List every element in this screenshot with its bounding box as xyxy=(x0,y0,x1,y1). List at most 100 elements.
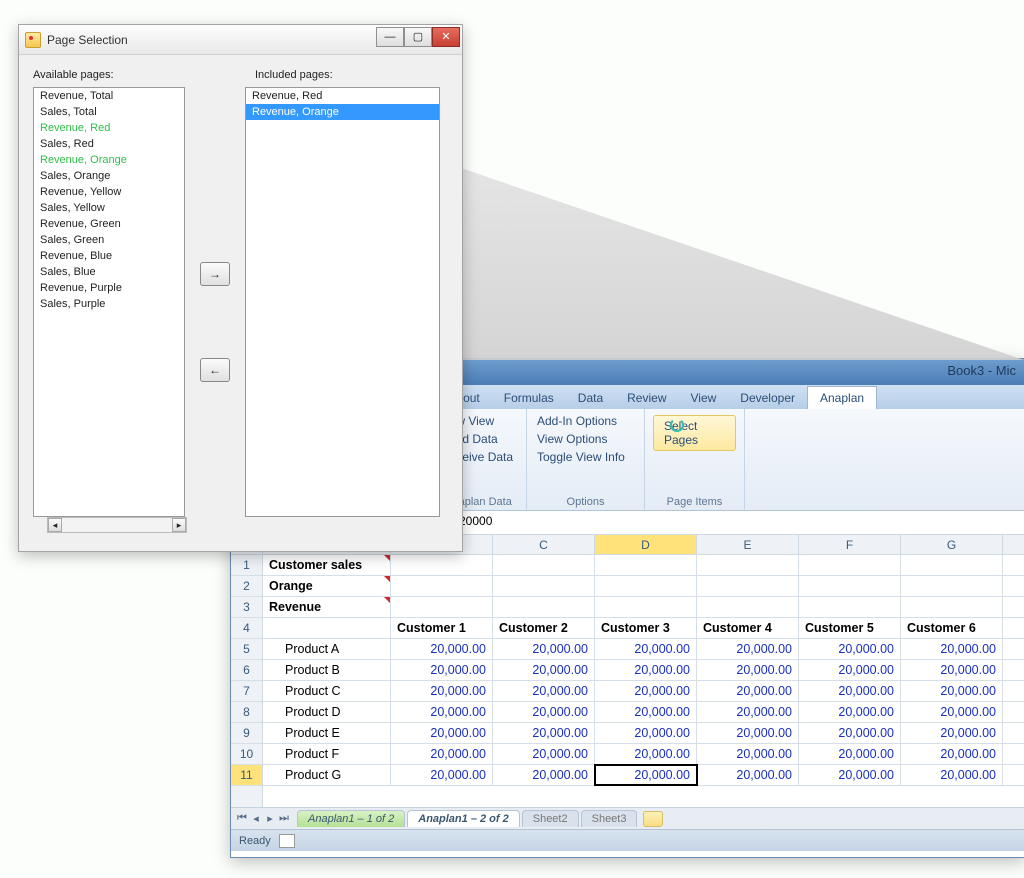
cell[interactable]: 20,000.00 xyxy=(493,723,595,743)
row-header[interactable]: 1 xyxy=(231,555,262,576)
cell[interactable] xyxy=(595,555,697,575)
row-header[interactable]: 3 xyxy=(231,597,262,618)
included-page-item[interactable]: Revenue, Orange xyxy=(246,104,439,120)
cell[interactable]: 20,000.00 xyxy=(595,639,697,659)
cell[interactable]: 20,000.00 xyxy=(697,639,799,659)
available-page-item[interactable]: Revenue, Yellow xyxy=(34,184,184,200)
cell[interactable]: 20,000.00 xyxy=(799,765,901,785)
cell[interactable]: 20,000.00 xyxy=(493,660,595,680)
cell[interactable] xyxy=(493,576,595,596)
cell[interactable]: 20,000.00 xyxy=(799,660,901,680)
cell[interactable] xyxy=(391,597,493,617)
cell[interactable] xyxy=(901,576,1003,596)
available-page-item[interactable]: Revenue, Total xyxy=(34,88,184,104)
cell[interactable]: 20,000.00 xyxy=(901,681,1003,701)
row-header[interactable]: 8 xyxy=(231,702,262,723)
row-header[interactable]: 5 xyxy=(231,639,262,660)
col-header-D[interactable]: D xyxy=(595,535,697,554)
sheet-tab-sheet2[interactable]: Sheet2 xyxy=(522,810,579,827)
cell[interactable]: 20,000.00 xyxy=(799,744,901,764)
sheet-tab-anaplan1-1[interactable]: Anaplan1 – 1 of 2 xyxy=(297,810,405,827)
cell[interactable]: 20,000.00 xyxy=(391,681,493,701)
cell[interactable]: 20,000.00 xyxy=(391,723,493,743)
available-page-item[interactable]: Sales, Blue xyxy=(34,264,184,280)
row-header[interactable]: 6 xyxy=(231,660,262,681)
row-header[interactable]: 11 xyxy=(231,765,262,786)
cell[interactable] xyxy=(697,597,799,617)
cell[interactable]: 20,000.00 xyxy=(391,744,493,764)
col-header-F[interactable]: F xyxy=(799,535,901,554)
cell[interactable]: Product D xyxy=(263,702,391,722)
cell[interactable]: 20,000.00 xyxy=(901,765,1003,785)
cell[interactable]: 20,000.00 xyxy=(391,702,493,722)
cell[interactable]: 20,000.00 xyxy=(493,765,595,785)
maximize-button[interactable]: ▢ xyxy=(404,27,432,47)
cell[interactable]: Product A xyxy=(263,639,391,659)
tab-developer[interactable]: Developer xyxy=(728,387,807,409)
cell[interactable]: Product F xyxy=(263,744,391,764)
cell[interactable]: 20,000.00 xyxy=(595,702,697,722)
sheet-nav-prev[interactable]: ◂ xyxy=(249,812,263,825)
cell[interactable]: 20,000.00 xyxy=(493,744,595,764)
cell[interactable]: Customer 1 xyxy=(391,618,493,638)
cell[interactable]: 20,000.00 xyxy=(697,702,799,722)
cell[interactable]: 20,000.00 xyxy=(697,660,799,680)
cell[interactable]: Customer 5 xyxy=(799,618,901,638)
cell[interactable]: 20,000.00 xyxy=(799,639,901,659)
available-page-item[interactable]: Sales, Red xyxy=(34,136,184,152)
cell[interactable]: Product B xyxy=(263,660,391,680)
cell[interactable] xyxy=(697,555,799,575)
available-page-item[interactable]: Revenue, Green xyxy=(34,216,184,232)
move-left-button[interactable]: ← xyxy=(200,358,230,382)
cell[interactable]: 20,000.00 xyxy=(697,744,799,764)
cell[interactable]: 20,000.00 xyxy=(493,639,595,659)
cell[interactable] xyxy=(799,576,901,596)
col-header-G[interactable]: G xyxy=(901,535,1003,554)
cell[interactable] xyxy=(493,555,595,575)
row-headers[interactable]: 1234567891011 xyxy=(231,555,263,807)
cell[interactable]: 20,000.00 xyxy=(595,765,697,785)
sheet-nav-next[interactable]: ▸ xyxy=(263,812,277,825)
cell[interactable] xyxy=(799,555,901,575)
available-page-item[interactable]: Sales, Total xyxy=(34,104,184,120)
sheet-nav-first[interactable]: ⏮ xyxy=(235,812,249,825)
select-pages-button[interactable]: Select Pages xyxy=(653,415,736,451)
cell[interactable]: 20,000.00 xyxy=(493,702,595,722)
cell[interactable]: Customer sales xyxy=(263,555,391,575)
tab-anaplan[interactable]: Anaplan xyxy=(807,386,877,409)
new-sheet-button[interactable] xyxy=(643,811,663,827)
cell[interactable]: 20,000.00 xyxy=(391,660,493,680)
spreadsheet-grid[interactable]: Customer salesOrangeRevenueCustomer 1Cus… xyxy=(263,555,1024,807)
cell[interactable]: 20,000.00 xyxy=(901,702,1003,722)
close-button[interactable]: ✕ xyxy=(432,27,460,47)
row-header[interactable]: 10 xyxy=(231,744,262,765)
cell[interactable]: 20,000.00 xyxy=(901,639,1003,659)
cell[interactable]: 20,000.00 xyxy=(391,639,493,659)
dialog-titlebar[interactable]: Page Selection — ▢ ✕ xyxy=(19,25,462,55)
available-page-item[interactable]: Revenue, Red xyxy=(34,120,184,136)
available-page-item[interactable]: Revenue, Orange xyxy=(34,152,184,168)
row-header[interactable]: 2 xyxy=(231,576,262,597)
row-header[interactable]: 7 xyxy=(231,681,262,702)
included-pages-listbox[interactable]: Revenue, RedRevenue, Orange xyxy=(245,87,440,517)
included-page-item[interactable]: Revenue, Red xyxy=(246,88,439,104)
cell[interactable]: 20,000.00 xyxy=(391,765,493,785)
available-page-item[interactable]: Revenue, Blue xyxy=(34,248,184,264)
ribbon-addin-options[interactable]: Add-In Options xyxy=(535,413,619,429)
cell[interactable] xyxy=(697,576,799,596)
cell[interactable]: 20,000.00 xyxy=(799,681,901,701)
cell[interactable]: 20,000.00 xyxy=(493,681,595,701)
tab-view[interactable]: View xyxy=(679,387,729,409)
cell[interactable]: 20,000.00 xyxy=(595,723,697,743)
available-page-item[interactable]: Sales, Orange xyxy=(34,168,184,184)
cell[interactable]: Orange xyxy=(263,576,391,596)
cell[interactable]: 20,000.00 xyxy=(799,723,901,743)
cell[interactable]: 20,000.00 xyxy=(901,660,1003,680)
ribbon-toggle-view-info[interactable]: Toggle View Info xyxy=(535,449,627,465)
minimize-button[interactable]: — xyxy=(376,27,404,47)
cell[interactable]: 20,000.00 xyxy=(901,723,1003,743)
scroll-right-arrow[interactable]: ▸ xyxy=(172,518,186,532)
cell[interactable] xyxy=(493,597,595,617)
sheet-tab-sheet3[interactable]: Sheet3 xyxy=(581,810,638,827)
tab-data[interactable]: Data xyxy=(566,387,615,409)
